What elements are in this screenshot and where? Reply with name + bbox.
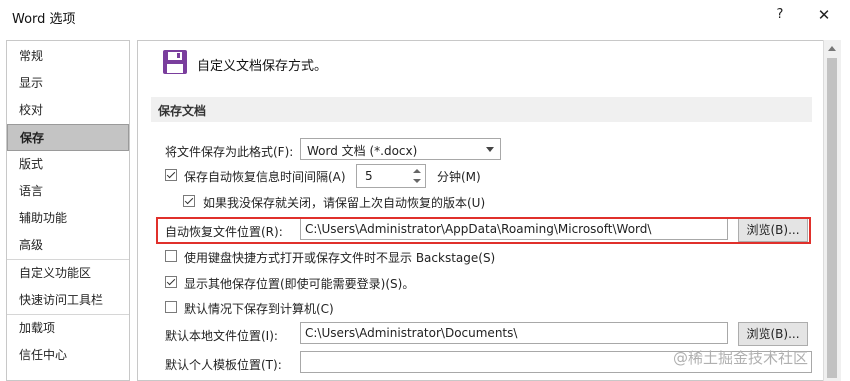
title-bar: Word 选项 ? ✕ [0,0,850,32]
autorecover-checkbox[interactable] [165,169,177,181]
sidebar-item-display[interactable]: 显示 [7,70,129,97]
save-to-computer-checkbox[interactable] [165,301,177,313]
sidebar-item-save[interactable]: 保存 [7,124,129,151]
show-other-locations-label: 显示其他保存位置(即使可能需要登录)(S)。 [184,277,415,291]
autorecover-interval-value: 5 [365,169,373,183]
sidebar-item-trust-center[interactable]: 信任中心 [7,342,129,369]
close-icon[interactable]: ✕ [812,6,836,24]
scrollbar-thumb[interactable] [827,58,837,378]
sidebar-item-quick-access-toolbar[interactable]: 快速访问工具栏 [7,287,129,314]
stepper-down-icon[interactable] [413,179,421,183]
floppy-disk-icon [163,50,187,74]
window-title: Word 选项 [12,12,76,27]
no-backstage-label: 使用键盘快捷方式打开或保存文件时不显示 Backstage(S) [184,251,496,265]
help-icon[interactable]: ? [770,7,790,22]
page-title: 自定义文档保存方式。 [197,59,328,74]
sidebar-item-language[interactable]: 语言 [7,178,129,205]
save-format-label: 将文件保存为此格式(F): [165,145,294,159]
show-other-locations-checkbox[interactable] [165,276,177,288]
sidebar-item-advanced[interactable]: 高级 [7,232,129,259]
section-title: 保存文档 [158,104,207,118]
sidebar-item-accessibility[interactable]: 辅助功能 [7,205,129,232]
sidebar-item-layout[interactable]: 版式 [7,151,129,178]
local-location-value: C:\Users\Administrator\Documents\ [305,326,518,340]
vertical-scrollbar[interactable] [823,40,841,381]
sidebar-item-add-ins[interactable]: 加载项 [7,315,129,342]
save-format-value: Word 文档 (*.docx) [307,144,418,158]
options-sidebar: 常规 显示 校对 保存 版式 语言 辅助功能 高级 自定义功能区 快速访问工具栏… [6,40,130,381]
stepper-up-icon[interactable] [413,169,421,173]
autorecover-unit-label: 分钟(M) [437,170,481,184]
save-format-select[interactable]: Word 文档 (*.docx) [300,138,501,160]
watermark: @稀土掘金技术社区 [673,349,809,367]
local-browse-button[interactable]: 浏览(B)... [738,322,808,346]
autorecover-label: 保存自动恢复信息时间间隔(A) [184,170,346,184]
template-location-label: 默认个人模板位置(T): [165,358,282,372]
keep-last-version-checkbox[interactable] [183,195,195,207]
save-to-computer-label: 默认情况下保存到计算机(C) [184,302,334,316]
chevron-down-icon [486,147,494,152]
no-backstage-checkbox[interactable] [165,250,177,262]
sidebar-item-general[interactable]: 常规 [7,43,129,70]
local-location-label: 默认本地文件位置(I): [165,329,278,343]
highlight-box [156,217,811,244]
keep-last-version-label: 如果我没保存就关闭，请保留上次自动恢复的版本(U) [203,196,486,210]
local-location-field[interactable]: C:\Users\Administrator\Documents\ [300,322,728,344]
sidebar-item-customize-ribbon[interactable]: 自定义功能区 [7,260,129,287]
sidebar-item-proofing[interactable]: 校对 [7,97,129,124]
section-header: 保存文档 [151,97,812,122]
scroll-up-icon[interactable] [828,46,836,51]
autorecover-interval-stepper[interactable]: 5 [356,164,426,188]
